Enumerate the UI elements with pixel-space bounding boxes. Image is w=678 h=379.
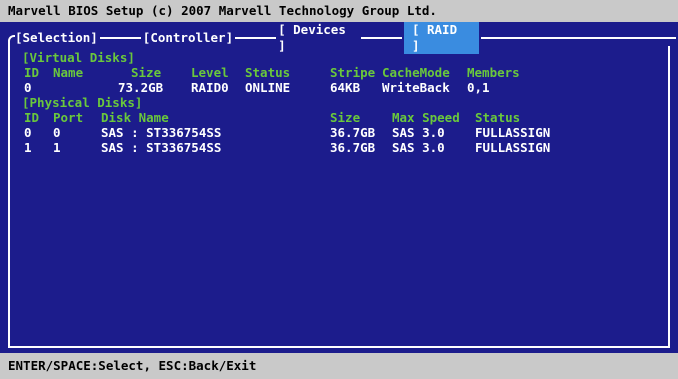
tab-raid[interactable]: [ RAID ] [403, 22, 479, 54]
col-max-speed: Max Speed [392, 110, 460, 125]
col-id: ID [24, 110, 40, 125]
tab-devices[interactable]: [ Devices ] [278, 22, 359, 54]
section-label-physical-disks: [Physical Disks] [22, 95, 143, 110]
tab-divider [99, 37, 141, 39]
status-bar: ENTER/SPACE:Select, ESC:Back/Exit [0, 353, 678, 379]
tab-controller[interactable]: [Controller] [143, 30, 233, 46]
col-cachemode: CacheMode [382, 65, 450, 80]
tab-divider [235, 37, 277, 39]
physical-disks-header: ID Port Disk Name Size Max Speed Status [24, 110, 678, 126]
col-status: Status [245, 65, 291, 80]
col-members: Members [467, 65, 520, 80]
tab-divider [360, 37, 402, 39]
section-label-virtual-disks: [Virtual Disks] [22, 50, 135, 65]
title-bar: Marvell BIOS Setup (c) 2007 Marvell Tech… [0, 0, 678, 22]
tab-bar: [Selection] [Controller] [ Devices ] [ R… [15, 22, 678, 54]
col-name: Name [53, 65, 84, 80]
tab-selection[interactable]: [Selection] [15, 30, 98, 46]
col-port: Port [53, 110, 84, 125]
col-stripe: Stripe [330, 65, 376, 80]
col-size: Size [330, 110, 361, 125]
virtual-disk-row[interactable]: 0 73.2GB RAID0 ONLINE 64KB WriteBack 0,1 [24, 80, 678, 96]
col-id: ID [24, 65, 40, 80]
col-status: Status [475, 110, 521, 125]
app-title: Marvell BIOS Setup (c) 2007 Marvell Tech… [8, 3, 437, 18]
col-size: Size [131, 65, 162, 80]
key-help-text: ENTER/SPACE:Select, ESC:Back/Exit [8, 358, 257, 373]
virtual-disks-header: ID Name Size Level Status Stripe CacheMo… [24, 65, 678, 81]
col-disk-name: Disk Name [101, 110, 169, 125]
tab-divider [480, 37, 676, 39]
physical-disk-row[interactable]: 0 0 SAS : ST336754SS 36.7GB SAS 3.0 FULL… [24, 125, 678, 141]
col-level: Level [191, 65, 229, 80]
raid-content: [Virtual Disks] ID Name Size Level Statu… [22, 50, 678, 156]
physical-disk-row[interactable]: 1 1 SAS : ST336754SS 36.7GB SAS 3.0 FULL… [24, 140, 678, 156]
